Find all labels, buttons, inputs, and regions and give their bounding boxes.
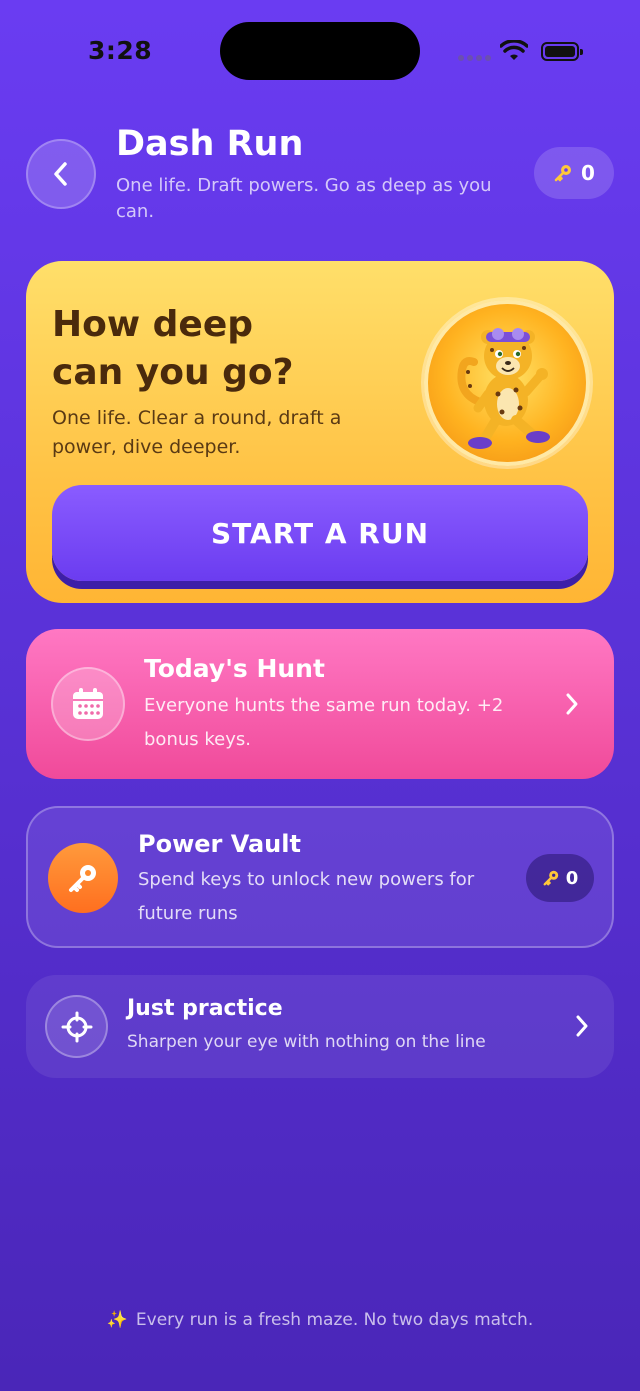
- wifi-icon: [500, 40, 528, 60]
- status-time: 3:28: [88, 36, 153, 65]
- calendar-icon-badge: [51, 667, 125, 741]
- footer-tagline: ✨ Every run is a fresh maze. No two days …: [0, 1310, 640, 1330]
- cellular-signal-icon: [458, 55, 492, 63]
- vault-title: Power Vault: [138, 830, 301, 858]
- crosshair-icon-badge: [45, 995, 108, 1058]
- practice-title: Just practice: [127, 996, 283, 1021]
- calendar-icon: [73, 688, 103, 719]
- just-practice-card[interactable]: Just practice Sharpen your eye with noth…: [26, 975, 614, 1078]
- vault-description: Spend keys to unlock new powers for futu…: [138, 869, 475, 924]
- hero-title: How deep can you go?: [52, 301, 294, 397]
- key-icon-badge: [48, 843, 118, 913]
- practice-description: Sharpen your eye with nothing on the lin…: [127, 1032, 486, 1052]
- hero-card: How deep can you go? One life. Clear a r…: [26, 261, 614, 603]
- power-vault-card[interactable]: Power Vault Spend keys to unlock new pow…: [26, 806, 614, 948]
- todays-hunt-card[interactable]: Today's Hunt Everyone hunts the same run…: [26, 629, 614, 779]
- key-icon: [554, 165, 572, 182]
- chevron-right-icon: [562, 691, 582, 717]
- hero-title-line-1: How deep: [52, 304, 254, 345]
- hunt-title: Today's Hunt: [144, 654, 325, 683]
- back-button[interactable]: [26, 139, 96, 209]
- chevron-left-icon: [54, 162, 67, 186]
- page-title: Dash Run: [116, 124, 304, 164]
- chevron-right-icon: [572, 1013, 592, 1039]
- key-count: 0: [581, 161, 595, 185]
- crosshair-icon: [61, 1011, 92, 1042]
- battery-icon: [541, 42, 583, 61]
- key-icon: [69, 865, 96, 892]
- status-bar: 3:28: [0, 0, 640, 100]
- page-subtitle: One life. Draft powers. Go as deep as yo…: [116, 175, 492, 222]
- hunt-description: Everyone hunts the same run today. +2 bo…: [144, 695, 504, 750]
- footer-text: Every run is a fresh maze. No two days m…: [135, 1310, 534, 1330]
- start-run-button[interactable]: START A RUN: [52, 485, 588, 581]
- sparkle-icon: ✨: [106, 1310, 128, 1330]
- vault-key-badge: 0: [526, 854, 594, 902]
- cheetah-mascot: [424, 300, 590, 466]
- hero-title-line-2: can you go?: [52, 352, 294, 393]
- key-icon: [543, 870, 558, 886]
- dynamic-island: [220, 22, 420, 80]
- hero-description: One life. Clear a round, draft a power, …: [52, 407, 342, 458]
- vault-key-count: 0: [565, 867, 579, 889]
- key-balance-badge[interactable]: 0: [534, 147, 614, 199]
